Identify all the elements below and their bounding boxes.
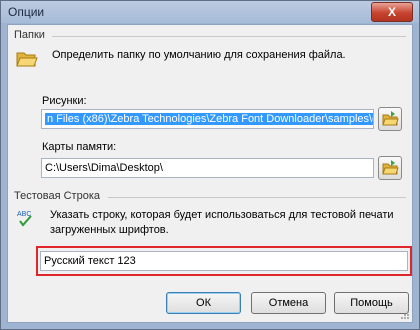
- options-dialog: Опции X Папки Определить папку по умолча…: [0, 0, 420, 330]
- folders-section-header: Папки: [8, 29, 412, 43]
- test-string-description-2: загруженных шрифтов.: [50, 224, 169, 236]
- ok-button[interactable]: ОК: [166, 292, 241, 314]
- test-string-section-label: Тестовая Строка: [14, 190, 100, 202]
- section-divider: [52, 36, 406, 37]
- test-string-description-1: Указать строку, которая будет использова…: [50, 209, 394, 221]
- test-string-input[interactable]: Русский текст 123: [40, 251, 408, 271]
- folders-section-label: Папки: [14, 29, 45, 41]
- window-title: Опции: [8, 5, 45, 19]
- folders-description: Определить папку по умолчанию для сохран…: [52, 49, 346, 61]
- memory-cards-label: Карты памяти:: [42, 141, 117, 153]
- help-button[interactable]: Помощь: [334, 292, 409, 314]
- pictures-label: Рисунки:: [42, 95, 87, 107]
- test-string-section-header: Тестовая Строка: [8, 190, 412, 204]
- pictures-path-input[interactable]: n Files (x86)\Zebra Technologies\Zebra F…: [41, 109, 374, 129]
- memory-cards-path-input[interactable]: C:\Users\Dima\Desktop\: [41, 158, 374, 178]
- section-divider: [108, 197, 406, 198]
- folder-browse-icon: [382, 111, 399, 126]
- memory-cards-browse-button[interactable]: [378, 156, 402, 180]
- resize-grip-icon[interactable]: [400, 310, 410, 320]
- title-bar[interactable]: Опции X: [1, 1, 419, 23]
- cancel-button[interactable]: Отмена: [251, 292, 326, 314]
- dialog-body: Папки Определить папку по умолчанию для …: [7, 24, 413, 323]
- pictures-browse-button[interactable]: [378, 107, 402, 131]
- folder-browse-icon: [382, 160, 399, 175]
- abc-spellcheck-icon: ABC: [17, 211, 32, 227]
- pictures-path-value: n Files (x86)\Zebra Technologies\Zebra F…: [45, 113, 373, 125]
- folder-open-icon: [16, 52, 38, 67]
- close-button[interactable]: X: [371, 2, 413, 22]
